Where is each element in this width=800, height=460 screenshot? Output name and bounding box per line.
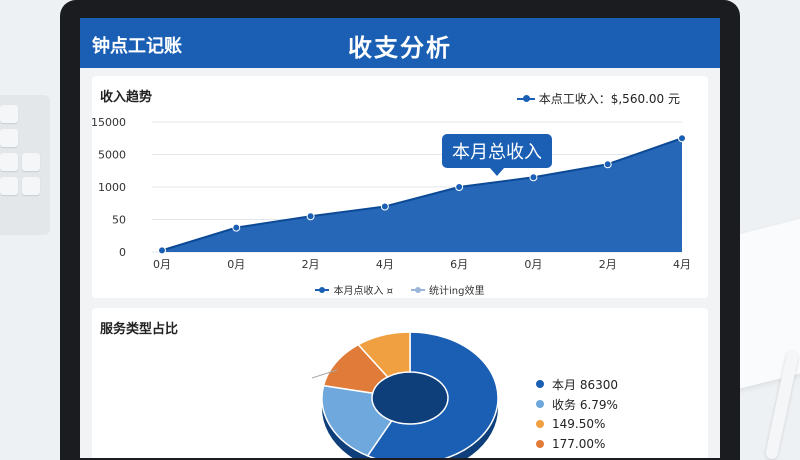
x-tick-label: 0月 [524,258,542,271]
y-tick-label: 0 [119,246,126,259]
x-tick-label: 6月 [450,258,468,271]
data-point [678,134,686,143]
bottom-legend-item[interactable]: 统计ing效里 [411,282,485,297]
donut-legend-label: 149.50% [552,417,606,431]
data-point [603,160,612,169]
donut-legend-item[interactable]: 177.00% [536,434,618,454]
header-bar: 钟点工记账 收支分析 [80,18,720,68]
x-tick-label: 0月 [153,258,171,271]
legend-dot-icon [536,380,544,388]
chart-tooltip: 本月总收入 [442,134,552,176]
data-point [455,183,464,191]
y-tick-label: 15000 [92,116,126,129]
data-point [158,246,166,255]
series-marker-icon [411,286,426,293]
donut-legend-label: 177.00% [552,437,606,451]
x-tick-label: 2月 [599,258,617,271]
donut-legend-item[interactable]: 本月 86300 [536,374,618,394]
keyboard-background [0,95,50,235]
key [0,105,18,123]
data-point [380,202,389,211]
data-point [232,223,241,232]
income-area [162,138,682,252]
donut-legend-label: 收务 6.79% [552,397,618,412]
key [0,129,18,147]
y-tick-label: 5000 [98,149,126,162]
donut-legend-item[interactable]: 收务 6.79% [536,394,618,414]
income-area-chart[interactable]: 15000 5000 1000 50 0 0月 0月 2月 4月 6月 0月 2月 4月 [92,76,708,298]
x-tick-label: 4月 [376,258,394,271]
trend-bottom-legend: 本月点收入 ¤ 统计ing效里 [92,282,708,297]
key [22,177,40,195]
x-tick-label: 2月 [302,258,320,271]
donut-legend: 本月 86300 收务 6.79% 149.50% 177.00% [536,374,618,454]
data-point [529,173,538,182]
y-tick-label: 1000 [98,181,126,194]
service-type-card: 服务类型占比 本月 86300 收务 6.79% 149.50% 177.00% [92,308,708,458]
series-marker-icon [315,286,330,293]
page-title: 收支分析 [348,34,452,62]
y-tick-label: 50 [112,214,126,227]
donut-legend-label: 本月 86300 [552,377,618,392]
x-tick-label: 0月 [227,258,245,271]
legend-dot-icon [536,440,544,448]
income-trend-card: 收入趋势 本点工收入：$,560.00 元 15000 5000 1000 50 0 0月… [92,76,708,298]
x-tick-label: 4月 [673,258,691,271]
key [0,153,18,171]
legend-dot-icon [536,400,544,408]
bottom-legend-label: 本月点收入 ¤ [333,286,394,297]
bottom-legend-label: 统计ing效里 [429,286,485,297]
key [22,153,40,171]
key [0,177,18,195]
legend-dot-icon [536,420,544,428]
data-point [306,212,315,221]
bottom-legend-item[interactable]: 本月点收入 ¤ [315,282,393,297]
app-screen: 钟点工记账 收支分析 收入趋势 本点工收入：$,560.00 元 15000 50… [80,18,720,458]
donut-legend-item[interactable]: 149.50% [536,414,618,434]
